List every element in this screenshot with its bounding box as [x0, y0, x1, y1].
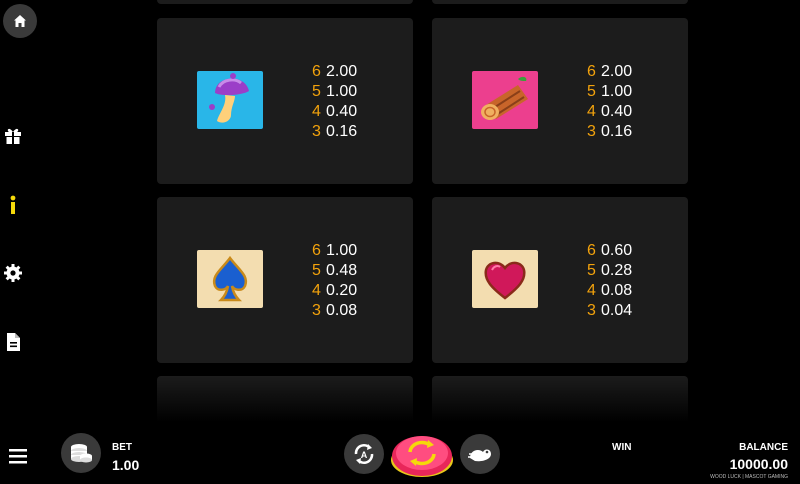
log-icon [481, 76, 528, 120]
spade-icon [212, 255, 248, 302]
match-count: 3 [587, 123, 596, 140]
bet-button[interactable] [61, 433, 101, 473]
match-count: 5 [312, 262, 321, 279]
payout-value: 1.00 [326, 83, 358, 100]
payout-row: 5 0.28 [587, 261, 667, 281]
payout-row: 3 0.16 [312, 122, 392, 142]
payout-value: 0.60 [601, 242, 633, 259]
win-label: WIN [612, 442, 632, 453]
paytable-card: 6 1.00 5 0.48 4 0.20 3 0.08 [157, 197, 413, 363]
settings-button[interactable] [0, 260, 26, 286]
hamburger-icon [9, 449, 27, 464]
payout-value: 0.08 [326, 302, 358, 319]
payout-value: 0.20 [326, 282, 358, 299]
mushroom-symbol [197, 71, 263, 129]
paytable-card-partial [432, 0, 688, 4]
spin-button[interactable] [390, 430, 454, 478]
payout-list: 6 2.00 5 1.00 4 0.40 3 0.16 [587, 62, 667, 142]
payout-value: 0.16 [601, 123, 633, 140]
payout-value: 2.00 [326, 63, 358, 80]
payout-row: 4 0.40 [312, 102, 392, 122]
payout-row: 6 2.00 [312, 62, 392, 82]
payout-value: 0.28 [601, 262, 633, 279]
match-count: 4 [312, 282, 321, 299]
balance-value: 10000.00 [729, 456, 788, 472]
payout-row: 5 1.00 [587, 82, 667, 102]
game-credit: WOOD LUCK | MASCOT GAMING [710, 474, 788, 480]
payout-list: 6 1.00 5 0.48 4 0.20 3 0.08 [312, 241, 392, 321]
sidebar [0, 0, 40, 430]
payout-row: 4 0.08 [587, 281, 667, 301]
payout-row: 4 0.20 [312, 281, 392, 301]
turbo-icon [468, 449, 491, 462]
coins-icon [71, 444, 92, 463]
payout-value: 0.08 [601, 282, 633, 299]
gift-icon [5, 128, 21, 144]
home-icon [14, 15, 26, 27]
payout-row: 5 1.00 [312, 82, 392, 102]
match-count: 3 [312, 123, 321, 140]
match-count: 4 [587, 103, 596, 120]
balance-label: BALANCE [739, 442, 788, 453]
payout-row: 6 0.60 [587, 241, 667, 261]
paytable-card-partial [157, 376, 413, 430]
payout-row: 5 0.48 [312, 261, 392, 281]
bet-value: 1.00 [112, 457, 140, 473]
match-count: 5 [312, 83, 321, 100]
match-count: 6 [587, 63, 596, 80]
paytable-card: 6 2.00 5 1.00 4 0.40 3 0.16 [432, 18, 688, 184]
match-count: 3 [312, 302, 321, 319]
heart-icon [484, 261, 526, 300]
match-count: 6 [312, 63, 321, 80]
match-count: 6 [587, 242, 596, 259]
payout-list: 6 0.60 5 0.28 4 0.08 3 0.04 [587, 241, 667, 321]
match-count: 5 [587, 83, 596, 100]
match-count: 5 [587, 262, 596, 279]
gear-icon [4, 264, 22, 282]
payout-row: 3 0.16 [587, 122, 667, 142]
payout-value: 0.04 [601, 302, 633, 319]
home-button[interactable] [3, 4, 37, 38]
payout-value: 0.48 [326, 262, 358, 279]
menu-button[interactable] [8, 446, 28, 466]
payout-value: 0.40 [601, 103, 633, 120]
payout-row: 6 2.00 [587, 62, 667, 82]
bottom-bar: BET 1.00 A WIN BALANCE 10000.00 WOOD LUC… [0, 430, 800, 484]
payout-value: 0.16 [326, 123, 358, 140]
info-icon [10, 195, 16, 214]
mushroom-icon [209, 73, 249, 123]
paytable-card: 6 2.00 5 1.00 4 0.40 3 0.16 [157, 18, 413, 184]
match-count: 6 [312, 242, 321, 259]
log-symbol [472, 71, 538, 129]
info-button[interactable] [0, 192, 26, 218]
payout-row: 6 1.00 [312, 241, 392, 261]
gift-button[interactable] [0, 122, 26, 148]
spin-icon [391, 436, 453, 477]
rules-button[interactable] [0, 329, 26, 355]
autoplay-icon: A [354, 444, 374, 464]
svg-text:A: A [361, 450, 368, 460]
paytable-card-partial [432, 376, 688, 430]
payout-value: 0.40 [326, 103, 358, 120]
bet-label: BET [112, 442, 132, 453]
match-count: 4 [312, 103, 321, 120]
payout-row: 3 0.04 [587, 301, 667, 321]
payout-value: 1.00 [601, 83, 633, 100]
spade-symbol [197, 250, 263, 308]
match-count: 3 [587, 302, 596, 319]
payout-row: 3 0.08 [312, 301, 392, 321]
paytable-card-partial [157, 0, 413, 4]
heart-symbol [472, 250, 538, 308]
payout-row: 4 0.40 [587, 102, 667, 122]
document-icon [7, 333, 20, 351]
paytable-card: 6 0.60 5 0.28 4 0.08 3 0.04 [432, 197, 688, 363]
payout-value: 1.00 [326, 242, 358, 259]
match-count: 4 [587, 282, 596, 299]
autoplay-button[interactable]: A [344, 434, 384, 474]
payout-list: 6 2.00 5 1.00 4 0.40 3 0.16 [312, 62, 392, 142]
turbo-button[interactable] [460, 434, 500, 474]
payout-value: 2.00 [601, 63, 633, 80]
